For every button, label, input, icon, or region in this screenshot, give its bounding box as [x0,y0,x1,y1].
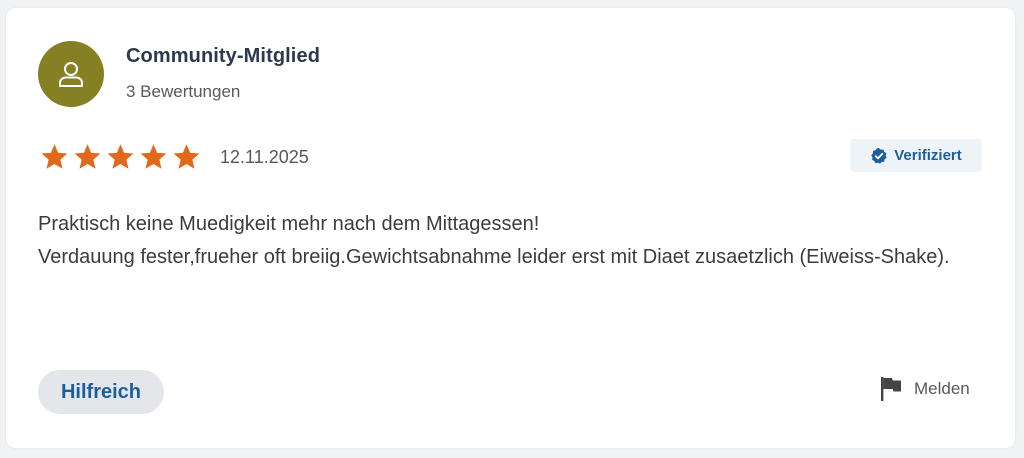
review-text-line: Verdauung fester,frueher oft breiig.Gewi… [38,246,950,268]
author-review-count: 3 Bewertungen [126,82,241,101]
report-button[interactable]: Melden [880,376,970,402]
user-icon [59,62,83,87]
review-date: 12.11.2025 [220,147,309,167]
star-icon [140,144,167,169]
flag-icon [881,377,901,401]
avatar [38,41,104,107]
verified-check-icon [871,147,887,164]
verified-badge: Verifiziert [850,139,982,172]
review-card: Community-Mitglied 3 Bewertungen 12.11.2… [6,8,1015,448]
star-icon [41,144,68,169]
star-icon [173,144,200,169]
helpful-button[interactable]: Hilfreich [38,370,164,414]
verified-label: Verifiziert [894,147,962,164]
author-name: Community-Mitglied [126,45,321,67]
star-icon [107,144,134,169]
report-label: Melden [914,379,970,398]
star-icon [74,144,101,169]
star-rating [38,142,203,172]
review-text-line: Praktisch keine Muedigkeit mehr nach dem… [38,213,540,235]
review-text: Praktisch keine Muedigkeit mehr nach dem… [38,208,978,274]
